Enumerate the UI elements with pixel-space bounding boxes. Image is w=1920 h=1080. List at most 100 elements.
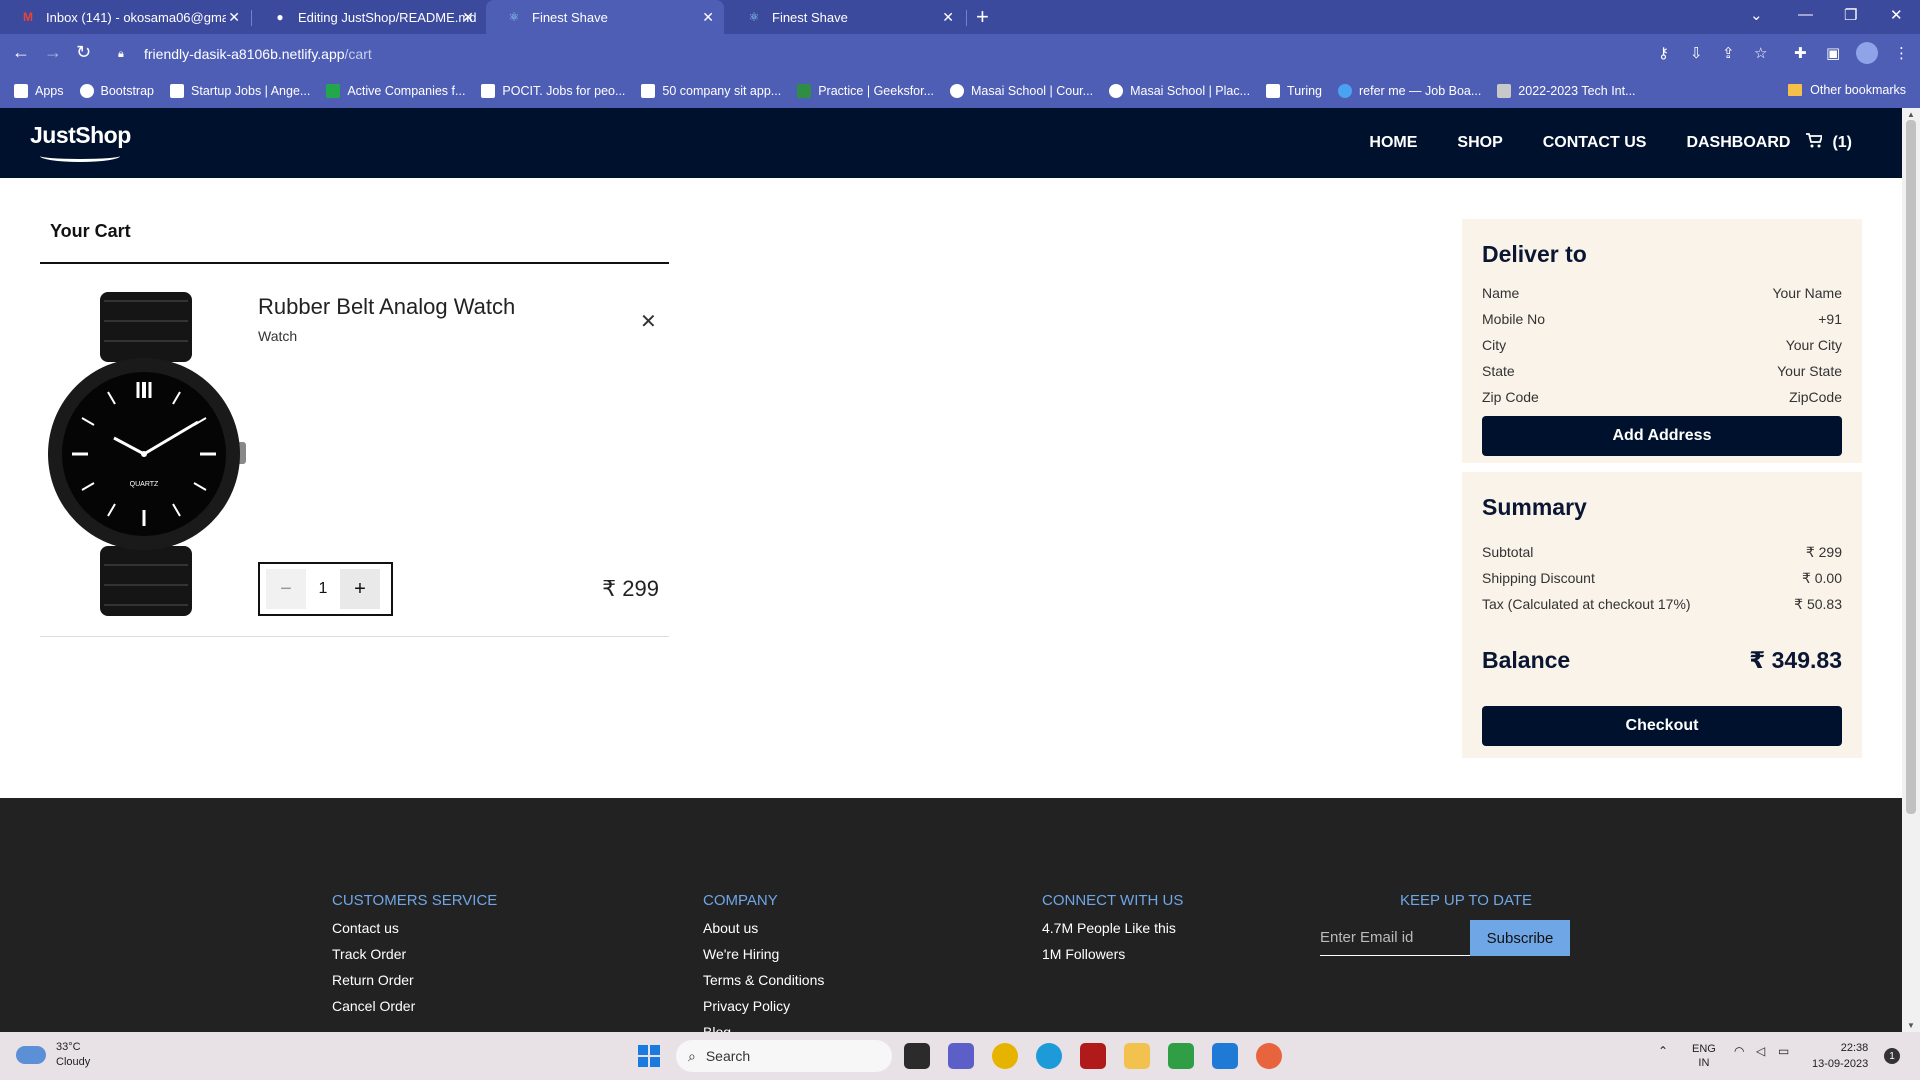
subscribe-button[interactable]: Subscribe: [1470, 920, 1570, 956]
bookmark-item[interactable]: Turing: [1266, 84, 1322, 98]
checkout-button[interactable]: Checkout: [1482, 706, 1842, 746]
share-icon[interactable]: ⇪: [1722, 44, 1735, 62]
product-image[interactable]: QUARTZ: [48, 292, 252, 616]
bookmark-item[interactable]: 50 company sit app...: [641, 84, 781, 98]
page-scrollbar[interactable]: ▲ ▼: [1902, 108, 1920, 1032]
volume-icon[interactable]: ◁: [1756, 1044, 1765, 1058]
forward-icon[interactable]: →: [44, 42, 62, 63]
footer-link[interactable]: Terms & Conditions: [703, 967, 824, 993]
footer-link[interactable]: Blog: [703, 1019, 824, 1032]
teams-icon[interactable]: [948, 1043, 974, 1069]
paint-icon[interactable]: [1256, 1043, 1282, 1069]
bookmark-item[interactable]: Apps: [14, 84, 64, 98]
start-icon[interactable]: [638, 1045, 660, 1067]
search-icon: ⌕: [688, 1047, 696, 1064]
chrome-icon[interactable]: [992, 1043, 1018, 1069]
close-icon[interactable]: ✕: [228, 9, 240, 26]
bookmark-item[interactable]: Masai School | Plac...: [1109, 84, 1250, 98]
profile-avatar[interactable]: [1856, 42, 1878, 64]
install-icon[interactable]: ⇩: [1690, 44, 1703, 62]
close-icon[interactable]: ✕: [702, 9, 714, 26]
show-hidden-icons-icon[interactable]: ⌃: [1658, 1044, 1668, 1058]
bookmark-item[interactable]: Practice | Geeksfor...: [797, 84, 934, 98]
email-field[interactable]: [1320, 920, 1470, 956]
bookmark-label: 50 company sit app...: [662, 84, 782, 98]
tab-github[interactable]: ● Editing JustShop/README.md at ✕: [252, 0, 484, 34]
remove-item-icon[interactable]: ✕: [640, 309, 657, 334]
key-icon[interactable]: ⚷: [1658, 44, 1669, 62]
edge-icon[interactable]: [1036, 1043, 1062, 1069]
site-header: JustShop HOME SHOP CONTACT US DASHBOARD …: [0, 108, 1902, 178]
battery-icon[interactable]: ▭: [1778, 1044, 1789, 1058]
footer-link[interactable]: We're Hiring: [703, 941, 824, 967]
nav-contact-us[interactable]: CONTACT US: [1543, 134, 1647, 152]
restore-icon[interactable]: ❐: [1844, 6, 1857, 24]
other-bookmarks[interactable]: Other bookmarks: [1788, 83, 1906, 97]
folder-icon: [1788, 84, 1803, 96]
bookmark-item[interactable]: refer me — Job Boa...: [1338, 84, 1481, 98]
balance-value: ₹ 349.83: [1749, 647, 1842, 673]
notion-icon: [641, 84, 656, 98]
bookmark-item[interactable]: Bootstrap: [79, 84, 154, 98]
tab-finest-shave-active[interactable]: ⚛ Finest Shave ✕: [486, 0, 724, 34]
new-tab-icon[interactable]: +: [976, 4, 989, 30]
gmail-icon: M: [23, 10, 33, 24]
bookmark-item[interactable]: Startup Jobs | Ange...: [170, 84, 310, 98]
row-label: Tax (Calculated at checkout 17%): [1482, 596, 1691, 612]
star-icon[interactable]: ☆: [1754, 44, 1767, 62]
site-logo[interactable]: JustShop: [30, 122, 131, 149]
vscode-icon[interactable]: [1212, 1043, 1238, 1069]
close-icon[interactable]: ✕: [462, 9, 474, 26]
wifi-icon[interactable]: ◠: [1734, 1044, 1744, 1058]
close-icon[interactable]: ✕: [942, 9, 954, 26]
add-address-button[interactable]: Add Address: [1482, 416, 1842, 456]
chevron-down-icon[interactable]: ⌄: [1750, 6, 1763, 24]
app-icon[interactable]: [1080, 1043, 1106, 1069]
row-value: Your State: [1777, 363, 1842, 379]
plus-green-icon: [326, 84, 341, 98]
bookmark-item[interactable]: Active Companies f...: [326, 84, 465, 98]
footer-link[interactable]: About us: [703, 915, 824, 941]
window-close-icon[interactable]: ✕: [1890, 6, 1903, 24]
nav-shop[interactable]: SHOP: [1457, 134, 1502, 152]
side-panel-icon[interactable]: ▣: [1826, 44, 1840, 62]
clock[interactable]: 22:38 13-09-2023: [1812, 1040, 1868, 1072]
task-view-icon[interactable]: [904, 1043, 930, 1069]
nav-home[interactable]: HOME: [1369, 134, 1417, 152]
bookmark-item[interactable]: POCIT. Jobs for peo...: [481, 84, 625, 98]
scroll-down-icon[interactable]: ▼: [1907, 1021, 1915, 1030]
reload-icon[interactable]: ↻: [76, 42, 91, 63]
bookmark-item[interactable]: Masai School | Cour...: [950, 84, 1093, 98]
scroll-up-icon[interactable]: ▲: [1907, 110, 1915, 119]
region: IN: [1698, 1057, 1710, 1069]
weather-widget[interactable]: 33°C Cloudy: [16, 1040, 90, 1070]
cart-link[interactable]: (1): [1806, 133, 1852, 153]
minimize-icon[interactable]: —: [1798, 6, 1813, 23]
decrease-quantity-button[interactable]: −: [266, 569, 306, 609]
scroll-thumb[interactable]: [1906, 120, 1916, 814]
taskbar-search[interactable]: ⌕ Search: [676, 1040, 892, 1072]
xbox-icon[interactable]: [1168, 1043, 1194, 1069]
notification-badge[interactable]: 1: [1884, 1048, 1900, 1064]
footer-link[interactable]: Privacy Policy: [703, 993, 824, 1019]
footer-link[interactable]: 1M Followers: [1042, 941, 1183, 967]
tab-finest-shave[interactable]: ⚛ Finest Shave ✕: [726, 0, 964, 34]
tab-gmail[interactable]: M Inbox (141) - okosama06@gmail ✕: [0, 0, 250, 34]
footer-link[interactable]: Return Order: [332, 967, 497, 993]
file-explorer-icon[interactable]: [1124, 1043, 1150, 1069]
back-icon[interactable]: ←: [12, 42, 30, 63]
dial-text: QUARTZ: [130, 481, 159, 488]
bookmark-item[interactable]: 2022-2023 Tech Int...: [1497, 84, 1636, 98]
footer-link[interactable]: Track Order: [332, 941, 497, 967]
product-name[interactable]: Rubber Belt Analog Watch: [258, 294, 515, 320]
nav-dashboard[interactable]: DASHBOARD: [1686, 134, 1790, 152]
footer-link[interactable]: 4.7M People Like this: [1042, 915, 1183, 941]
increase-quantity-button[interactable]: +: [340, 569, 380, 609]
footer-link[interactable]: Contact us: [332, 915, 497, 941]
extensions-icon[interactable]: ✚: [1794, 44, 1807, 62]
url-field[interactable]: 🔒︎ friendly-dasik-a8106b.netlify.app/car…: [108, 39, 1648, 69]
menu-icon[interactable]: ⋮: [1894, 44, 1909, 62]
bookmark-label: POCIT. Jobs for peo...: [502, 84, 626, 98]
language-indicator[interactable]: ENG IN: [1692, 1042, 1716, 1070]
footer-link[interactable]: Cancel Order: [332, 993, 497, 1019]
